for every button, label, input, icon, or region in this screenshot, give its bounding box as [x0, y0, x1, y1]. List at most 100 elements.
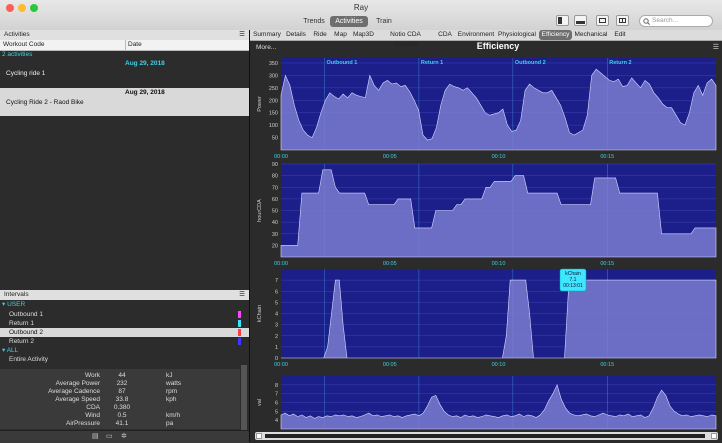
- activity-date: Aug 29, 2018: [125, 60, 165, 67]
- interval-item[interactable]: Outbound 1: [0, 310, 249, 319]
- metric-unit: kJ: [166, 372, 173, 379]
- activity-name: Cycling Ride 2 - Raod Bike: [6, 99, 84, 106]
- activity-row-selected[interactable]: Aug 29, 2018 Cycling Ride 2 - Raod Bike: [0, 88, 249, 116]
- metric-value: 41.1: [115, 420, 129, 427]
- intervals-panel-header: Intervals ☰: [0, 290, 249, 300]
- main-panel: Summary Details Ride Map Map3D Notio CDA Anal…: [250, 30, 722, 442]
- metric-row: Average Power 232 watts: [0, 380, 240, 388]
- y-axis-label: Power: [257, 96, 263, 112]
- y-tick-label: 80: [272, 174, 278, 180]
- activity-date: Aug 29, 2018: [125, 89, 165, 96]
- column-date[interactable]: Date: [125, 40, 142, 50]
- metric-value: 87: [118, 388, 126, 395]
- settings-icon[interactable]: ✲: [121, 432, 127, 440]
- metric-row: Work 44 kJ: [0, 372, 240, 380]
- interval-group-label: ALL: [6, 347, 19, 354]
- y-tick-label: 90: [272, 162, 278, 168]
- timeline-range[interactable]: [265, 434, 705, 438]
- x-tick-label: 00:15: [600, 261, 614, 267]
- x-tick-label: 00:10: [492, 261, 506, 267]
- view-train-button[interactable]: Train: [371, 16, 397, 27]
- chevron-down-icon: ▾: [2, 347, 6, 354]
- activity-group-label[interactable]: 2 activities: [2, 51, 32, 58]
- timeline-right-handle[interactable]: [711, 433, 717, 439]
- x-tick-label: 00:10: [492, 362, 506, 368]
- interval-group-all[interactable]: ▾ ALL: [0, 346, 249, 355]
- y-tick-label: 20: [272, 243, 278, 249]
- activities-panel-header: Activities ☰: [0, 30, 249, 40]
- interval-group-user[interactable]: ▾ USER: [0, 300, 249, 309]
- metrics-scrollbar[interactable]: [241, 365, 247, 431]
- y-tick-label: 5: [275, 300, 278, 306]
- y-tick-label: 4: [275, 312, 278, 318]
- y-tick-label: 30: [272, 232, 278, 238]
- window-title: Ray: [353, 3, 369, 12]
- y-tick-label: 7: [275, 278, 278, 284]
- y-tick-label: 200: [269, 98, 278, 104]
- y-tick-label: 50: [272, 136, 278, 142]
- interval-item[interactable]: Entire Activity: [0, 355, 249, 364]
- timeline-left-handle[interactable]: [256, 433, 262, 439]
- activities-menu-icon[interactable]: ☰: [239, 30, 245, 40]
- metric-label: CDA: [86, 404, 100, 411]
- activities-panel-title: Activities: [4, 31, 30, 38]
- metric-row: Average Speed 33.8 kph: [0, 396, 240, 404]
- left-sidebar: Activities ☰ Workout Code Date 2 activit…: [0, 30, 250, 443]
- chevron-down-icon: ▾: [2, 301, 6, 308]
- metric-value: 0.5: [117, 412, 127, 419]
- interval-item-selected[interactable]: Outbound 2: [0, 328, 249, 337]
- metric-row: Average Cadence 87 rpm: [0, 388, 240, 396]
- metric-label: Average Speed: [55, 396, 100, 403]
- sidebar-footer-toolbar: ▤ ▭ ✲: [0, 430, 249, 443]
- metric-label: Average Cadence: [48, 388, 100, 395]
- timeline-scrollbar[interactable]: [255, 432, 718, 440]
- x-tick-label: 00:15: [600, 362, 614, 368]
- y-tick-label: 300: [269, 73, 278, 79]
- interval-marker-label: Return 1: [421, 60, 443, 66]
- y-tick-label: 4: [275, 418, 278, 424]
- layout-split-icon[interactable]: [616, 15, 629, 26]
- activities-column-header: Workout Code Date: [0, 40, 249, 51]
- x-tick-label: 00:00: [274, 154, 288, 160]
- metric-row: Wind 0.5 km/h: [0, 412, 240, 420]
- y-axis-label: val: [257, 399, 263, 406]
- window-titlebar: Ray Trends Activities Train Search...: [0, 0, 722, 31]
- document-icon[interactable]: ▤: [92, 432, 99, 440]
- x-tick-label: 00:00: [274, 261, 288, 267]
- metric-label: Average Power: [55, 380, 100, 387]
- efficiency-chart-stack: 50100150200250300350Power00:00 00:05 00:10…: [257, 58, 717, 430]
- layout-single-icon[interactable]: [596, 15, 609, 26]
- tooltip-time: 00:13:01: [563, 283, 583, 289]
- toggle-bottom-panel-icon[interactable]: [574, 15, 587, 26]
- column-workout-code[interactable]: Workout Code: [3, 40, 44, 50]
- x-tick-label: 00:15: [600, 154, 614, 160]
- y-tick-label: 6: [275, 401, 278, 407]
- y-tick-label: 5: [275, 409, 278, 415]
- interval-marker-label: Return 2: [609, 60, 631, 66]
- metric-label: Work: [84, 372, 100, 379]
- activity-name: Cycling ride 1: [6, 70, 46, 77]
- toggle-sidebar-icon[interactable]: [556, 15, 569, 26]
- interval-item[interactable]: Return 1: [0, 319, 249, 328]
- y-axis-label: kChain: [257, 305, 263, 322]
- intervals-menu-icon[interactable]: ☰: [239, 290, 245, 300]
- interval-item[interactable]: Return 2: [0, 337, 249, 346]
- interval-color-swatch: [238, 320, 241, 327]
- interval-marker-label: Outbound 2: [515, 60, 546, 66]
- x-tick-label: 00:10: [492, 154, 506, 160]
- activity-row[interactable]: Aug 29, 2018 Cycling ride 1: [0, 58, 249, 86]
- x-tick-label: 00:05: [383, 261, 397, 267]
- metric-row: CDA 0.380: [0, 404, 240, 412]
- y-tick-label: 1: [275, 345, 278, 351]
- interval-metrics-table: Work 44 kJ Average Power 232 watts Average Cad…: [0, 369, 240, 429]
- y-tick-label: 2: [275, 334, 278, 340]
- y-tick-label: 250: [269, 86, 278, 92]
- interval-label: Outbound 1: [9, 311, 43, 318]
- interval-label: Return 1: [9, 320, 34, 327]
- metric-value: 232: [116, 380, 128, 387]
- view-activities-button[interactable]: Activities: [330, 16, 368, 27]
- view-trends-button[interactable]: Trends: [300, 16, 328, 27]
- metric-unit: kph: [166, 396, 177, 403]
- folder-icon[interactable]: ▭: [106, 432, 113, 440]
- search-input[interactable]: Search...: [639, 15, 713, 27]
